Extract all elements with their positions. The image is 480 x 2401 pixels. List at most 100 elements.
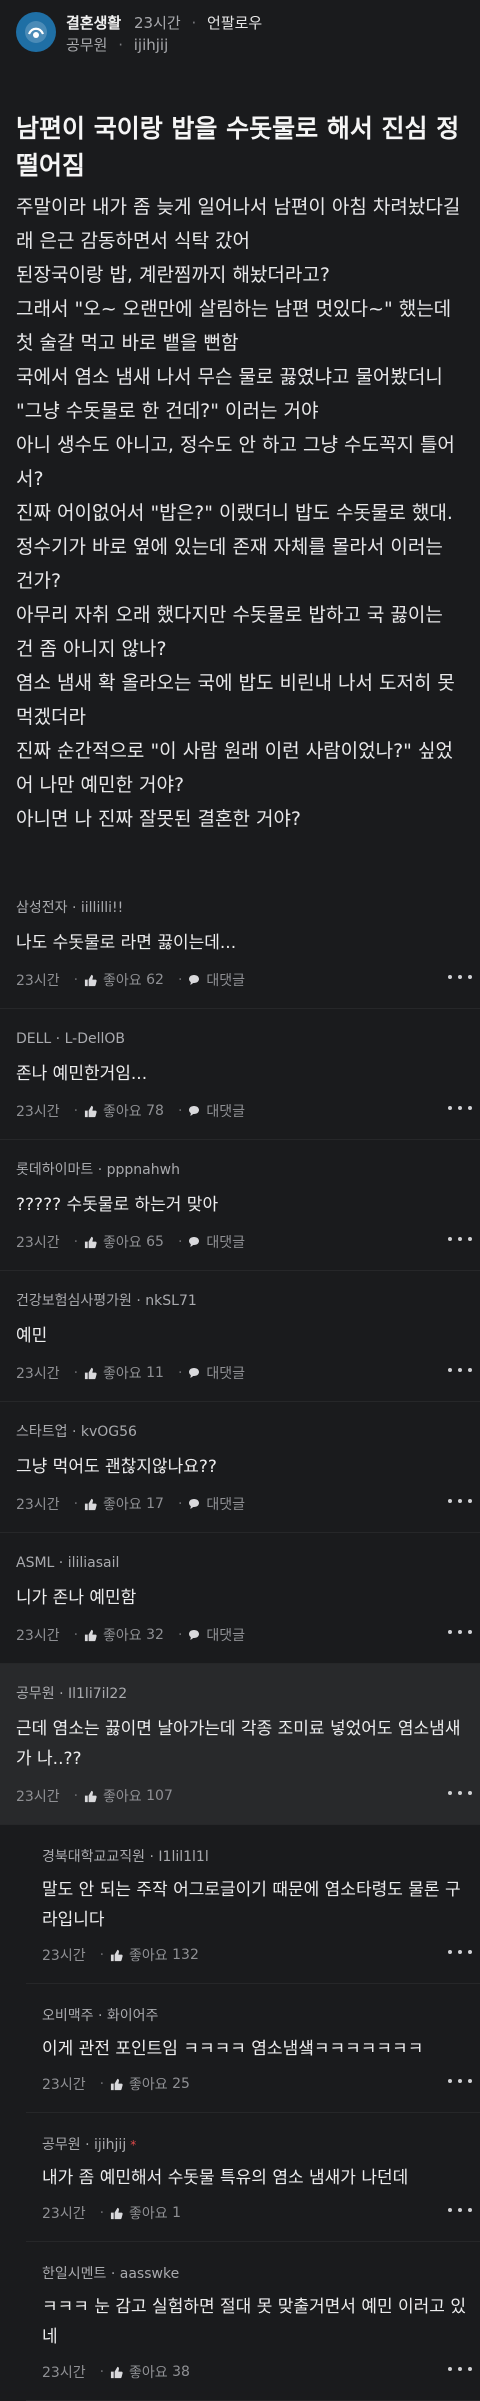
reply-author-id[interactable]: I1lil1l1l [158, 1849, 208, 1865]
like-button[interactable]: 좋아요 32 [84, 1625, 164, 1645]
comment-time: 23시간 [16, 1789, 60, 1805]
like-button[interactable]: 좋아요 17 [84, 1494, 164, 1514]
author-id[interactable]: ijihjij [134, 36, 169, 54]
comment: 삼성전자 · iillilli!! 나도 수돗물로 라면 끓이는데... 23시… [0, 878, 480, 1009]
author-org: 공무원 [66, 36, 108, 54]
reply-button[interactable]: 대댓글 [188, 1232, 245, 1252]
post-line: 그래서 "오~ 오랜만에 살림하는 남편 멋있다~" 했는데 첫 술갈 먹고 바… [16, 298, 452, 354]
reply-text: 이게 관전 포인트임 ㅋㅋㅋㅋ 염소냄샠ㅋㅋㅋㅋㅋㅋㅋ [42, 2039, 424, 2059]
reply-author-org: 경북대학교교직원 [42, 1849, 146, 1865]
thumbs-up-icon [84, 1105, 97, 1117]
comment-author-id[interactable]: Il1li7il22 [68, 1686, 127, 1702]
more-dots-icon[interactable] [448, 2076, 472, 2086]
comment-author-id[interactable]: pppnahwh [107, 1162, 180, 1178]
post-line: 진짜 어이없어서 "밥은?" 이랬더니 밥도 수돗물로 했대. [16, 502, 453, 524]
post-line: 주말이라 내가 좀 늦게 일어나서 남편이 아침 차려놨다길래 은근 감동하면서… [16, 196, 461, 252]
board-logo-icon[interactable] [16, 12, 56, 52]
reply-time: 23시간 [42, 2206, 86, 2222]
reply-button[interactable]: 대댓글 [188, 970, 245, 990]
like-count: 107 [146, 1788, 173, 1804]
like-count: 32 [146, 1627, 164, 1643]
comment-text: 근데 염소는 끓이면 날아가는데 각종 조미료 넣었어도 염소냄새가 나..?? [16, 1719, 461, 1769]
post-line: 정수기가 바로 옆에 있는데 존재 자체를 몰라서 이러는 건가? [16, 536, 443, 592]
comment-text: ????? 수돗물로 하는거 맞아 [16, 1195, 219, 1215]
post-time: 23시간 [133, 14, 181, 32]
speech-bubble-icon [189, 1237, 200, 1247]
comment-author-org: 롯데하이마트 [16, 1162, 94, 1178]
more-dots-icon[interactable] [448, 2205, 472, 2215]
post-line: 진짜 순간적으로 "이 사람 원래 이런 사람이었나?" 싶었어 나만 예민한 … [16, 740, 453, 796]
speech-bubble-icon [189, 975, 200, 985]
like-button[interactable]: 좋아요 62 [84, 970, 164, 990]
reply-item: 오비맥주 · 화이어주 이게 관전 포인트임 ㅋㅋㅋㅋ 염소냄샠ㅋㅋㅋㅋㅋㅋㅋ … [26, 1984, 480, 2113]
thumbs-up-icon [84, 1367, 97, 1379]
reply-button[interactable]: 대댓글 [188, 1101, 245, 1121]
like-button[interactable]: 좋아요 1 [110, 2203, 181, 2223]
like-button[interactable]: 좋아요 11 [84, 1363, 164, 1383]
more-dots-icon[interactable] [448, 1627, 472, 1637]
speech-bubble-icon [189, 1368, 200, 1378]
more-dots-icon[interactable] [448, 1365, 472, 1375]
like-button[interactable]: 좋아요 107 [84, 1786, 173, 1806]
board-name[interactable]: 결혼생활 [66, 14, 121, 32]
more-dots-icon[interactable] [448, 1234, 472, 1244]
thumbs-up-icon [84, 974, 97, 986]
like-count: 1 [172, 2205, 182, 2221]
comment-author-id[interactable]: iillilli!! [81, 900, 123, 916]
like-button[interactable]: 좋아요 25 [110, 2074, 190, 2094]
like-count: 38 [172, 2364, 190, 2380]
like-count: 62 [146, 972, 164, 988]
comment-list: 삼성전자 · iillilli!! 나도 수돗물로 라면 끓이는데... 23시… [0, 878, 480, 2401]
like-button[interactable]: 좋아요 78 [84, 1101, 164, 1121]
thumbs-up-icon [84, 1790, 97, 1802]
like-count: 132 [172, 1947, 199, 1963]
thumbs-up-icon [110, 2078, 123, 2090]
comment-text: 나도 수돗물로 라면 끓이는데... [16, 933, 237, 953]
post-line: 아니 생수도 아니고, 정수도 안 하고 그냥 수도꼭지 틀어서? [16, 434, 455, 490]
comment: 롯데하이마트 · pppnahwh ????? 수돗물로 하는거 맞아 23시간… [0, 1140, 480, 1271]
reply-author-id[interactable]: ijihjij [94, 2137, 126, 2153]
comment: ASML · ililiasail 니가 존나 예민함 23시간 · 좋아요 3… [0, 1533, 480, 1664]
comment-author-id[interactable]: L-DellOB [65, 1031, 125, 1047]
post-body: 주말이라 내가 좀 늦게 일어나서 남편이 아침 차려놨다길래 은근 감동하면서… [16, 190, 466, 836]
reply-text: 말도 안 되는 주작 어그로글이기 때문에 염소타령도 물론 구라입니다 [42, 1880, 461, 1930]
comment-author-org: DELL [16, 1031, 52, 1047]
reply-button[interactable]: 대댓글 [188, 1625, 245, 1645]
thumbs-up-icon [84, 1629, 97, 1641]
reply-author-id[interactable]: aasswke [120, 2266, 179, 2282]
comment: 건강보험심사평가원 · nkSL71 예민 23시간 · 좋아요 11 · 대댓… [0, 1271, 480, 1402]
more-dots-icon[interactable] [448, 1788, 472, 1798]
reply-author-id[interactable]: 화이어주 [107, 2008, 159, 2024]
post-line: 국에서 염소 냄새 나서 무슨 물로 끓였냐고 물어봤더니 "그냥 수돗물로 한… [16, 366, 443, 422]
thumbs-up-icon [110, 2207, 123, 2219]
comment-author-id[interactable]: nkSL71 [145, 1293, 196, 1309]
post-line: 아무리 자취 오래 했다지만 수돗물로 밥하고 국 끓이는 건 좀 아니지 않나… [16, 604, 443, 660]
like-count: 11 [146, 1365, 164, 1381]
reply-time: 23시간 [42, 2077, 86, 2093]
more-dots-icon[interactable] [448, 972, 472, 982]
like-button[interactable]: 좋아요 132 [110, 1945, 199, 1965]
comment-text: 예민 [16, 1326, 48, 1346]
more-dots-icon[interactable] [448, 1496, 472, 1506]
comment-author-id[interactable]: ililiasail [68, 1555, 120, 1571]
reply-button[interactable]: 대댓글 [188, 1363, 245, 1383]
like-count: 65 [146, 1234, 164, 1250]
speech-bubble-icon [189, 1630, 200, 1640]
comment-author-id[interactable]: kvOG56 [81, 1424, 137, 1440]
like-button[interactable]: 좋아요 38 [110, 2362, 190, 2382]
comment-text: 그냥 먹어도 괜찮지않나요?? [16, 1457, 217, 1477]
reply-author-org: 한일시멘트 [42, 2266, 107, 2282]
op-mark: * [130, 2138, 137, 2152]
reply-time: 23시간 [42, 2365, 86, 2381]
comment-author-org: 삼성전자 [16, 900, 68, 916]
more-dots-icon[interactable] [448, 1947, 472, 1957]
comment-time: 23시간 [16, 1366, 60, 1382]
like-button[interactable]: 좋아요 65 [84, 1232, 164, 1252]
comment-time: 23시간 [16, 1104, 60, 1120]
more-dots-icon[interactable] [448, 1103, 472, 1113]
comment-author-org: 공무원 [16, 1686, 55, 1702]
unfollow-button[interactable]: 언팔로우 [207, 14, 262, 32]
reply-button[interactable]: 대댓글 [188, 1494, 245, 1514]
post-line: 염소 냄새 확 올라오는 국에 밥도 비린내 나서 도저히 못 먹겠더라 [16, 672, 455, 728]
comment-text: 존나 예민한거임... [16, 1064, 148, 1084]
